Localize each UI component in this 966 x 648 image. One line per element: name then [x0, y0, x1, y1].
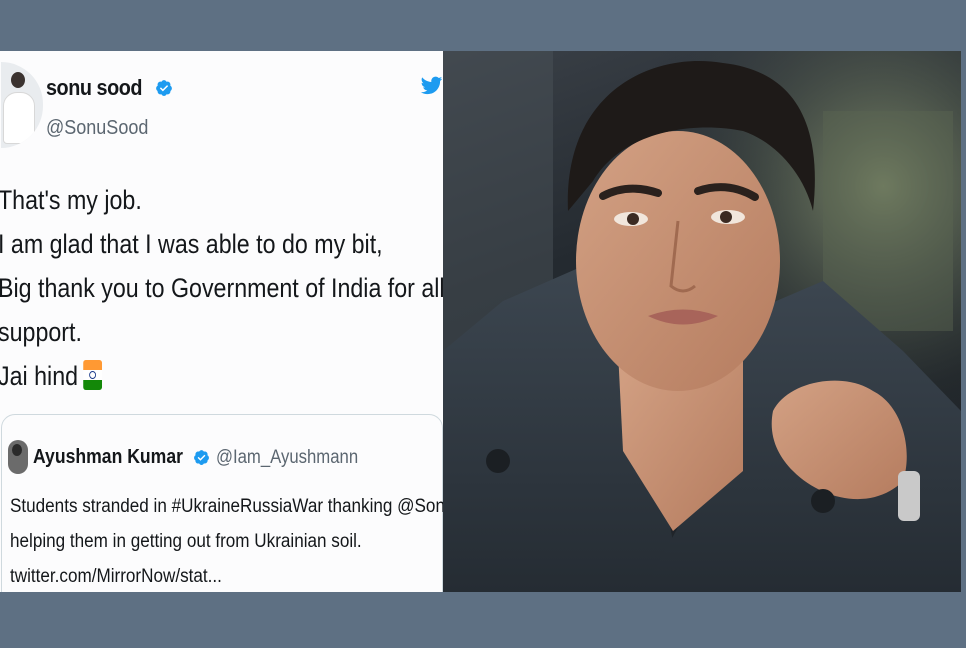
quoted-avatar[interactable]	[8, 440, 28, 474]
quoted-avatar-head	[12, 444, 22, 456]
quoted-link[interactable]: twitter.com/MirrorNow/stat...	[10, 559, 442, 592]
tweet-line: Big thank you to Government of India for…	[0, 273, 443, 303]
portrait-illustration	[443, 51, 961, 592]
portrait-photo	[443, 51, 961, 592]
verified-badge-icon	[194, 450, 210, 465]
avatar-body	[3, 92, 35, 144]
quoted-line: Students stranded in #UkraineRussiaWar t…	[10, 496, 443, 517]
tweet-line: Jai hind	[0, 361, 79, 391]
tweet-line: That's my job.	[0, 185, 142, 215]
tweet-card[interactable]: sonu sood @SonuSood That's my job. I am …	[0, 51, 443, 592]
tweet-line-last: Jai hind	[0, 354, 385, 398]
tweet-body: That's my job. I am glad that I was able…	[0, 178, 443, 398]
author-display-name[interactable]: sonu sood	[46, 75, 142, 101]
avatar[interactable]	[1, 62, 43, 148]
quoted-display-name[interactable]: Ayushman Kumar	[33, 446, 183, 469]
tweet-line: support.	[0, 317, 82, 347]
quoted-tweet[interactable]: Ayushman Kumar @Iam_Ayushmann Students s…	[1, 414, 443, 592]
tweet-line: I am glad that I was able to do my bit,	[0, 229, 383, 259]
quoted-author-row: Ayushman Kumar @Iam_Ayushmann	[33, 446, 378, 469]
author-row: sonu sood	[46, 75, 173, 101]
author-handle[interactable]: @SonuSood	[46, 117, 148, 140]
twitter-bird-icon[interactable]	[419, 68, 443, 101]
quoted-body: Students stranded in #UkraineRussiaWar t…	[10, 489, 443, 592]
quoted-handle[interactable]: @Iam_Ayushmann	[216, 447, 358, 469]
quoted-line: helping them in getting out from Ukraini…	[10, 531, 362, 552]
avatar-head	[11, 72, 25, 88]
india-flag-icon	[83, 360, 103, 390]
verified-badge-icon	[155, 80, 172, 96]
